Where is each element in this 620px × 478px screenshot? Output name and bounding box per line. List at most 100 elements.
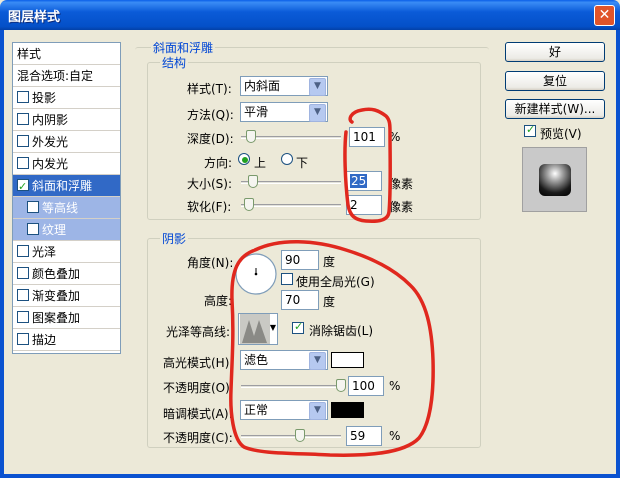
sidebar-item-label: 光泽	[32, 245, 57, 259]
direction-label: 方向:	[204, 156, 233, 170]
new-style-button[interactable]: 新建样式(W)...	[505, 99, 605, 119]
style-list: 样式 混合选项:自定投影内阴影外发光内发光斜面和浮雕等高线纹理光泽颜色叠加渐变叠…	[12, 42, 121, 354]
sidebar-item-checkbox[interactable]	[17, 135, 29, 147]
style-label: 样式(T):	[187, 82, 232, 96]
shadow-opacity-field[interactable]: 59	[346, 426, 382, 446]
depth-unit: %	[389, 130, 401, 144]
shadow-opacity-unit: %	[389, 429, 401, 443]
sidebar-item[interactable]: 投影	[13, 87, 120, 109]
sidebar-item-checkbox[interactable]	[17, 267, 29, 279]
global-light-label: 使用全局光(G)	[296, 275, 375, 289]
sidebar-item-checkbox[interactable]	[17, 91, 29, 103]
angle-label: 角度(N):	[187, 256, 234, 270]
highlight-opacity-field[interactable]: 100	[348, 376, 384, 396]
sidebar-item-label: 渐变叠加	[32, 289, 81, 303]
gloss-contour-picker[interactable]: ▼	[238, 313, 278, 345]
antialias-label: 消除锯齿(L)	[309, 324, 374, 338]
direction-up-radio[interactable]	[238, 153, 250, 165]
soften-field[interactable]: 2	[346, 195, 382, 215]
technique-select[interactable]: 平滑 ▼	[240, 102, 328, 122]
sidebar-item-label: 等高线	[42, 201, 79, 215]
sidebar-item-checkbox[interactable]	[27, 223, 39, 235]
soften-slider-track[interactable]	[241, 204, 341, 207]
sidebar-item-label: 混合选项:自定	[17, 69, 94, 83]
shadow-mode-value: 正常	[244, 403, 269, 417]
sidebar-item-label: 颜色叠加	[32, 267, 81, 281]
global-light-checkbox[interactable]	[281, 273, 293, 285]
chevron-down-icon: ▼	[269, 323, 276, 332]
chevron-down-icon: ▼	[309, 402, 326, 420]
sidebar-item[interactable]: 渐变叠加	[13, 285, 120, 307]
preview-label: 预览(V)	[540, 127, 582, 141]
highlight-mode-label: 高光模式(H):	[163, 356, 234, 370]
altitude-label: 高度:	[204, 294, 233, 308]
window-title: 图层样式	[8, 10, 61, 25]
gloss-contour-label: 光泽等高线:	[166, 325, 231, 339]
sidebar-item[interactable]: 等高线	[13, 197, 120, 219]
sidebar-item-label: 外发光	[32, 135, 69, 149]
ok-button[interactable]: 好	[505, 42, 605, 62]
shadow-opacity-thumb[interactable]	[295, 429, 305, 442]
altitude-field[interactable]: 70	[281, 290, 319, 310]
soften-label: 软化(F):	[187, 200, 232, 214]
chevron-down-icon: ▼	[309, 78, 326, 96]
sidebar-item-checkbox[interactable]	[17, 311, 29, 323]
technique-label: 方法(Q):	[187, 108, 234, 122]
sidebar-item-checkbox[interactable]	[17, 245, 29, 257]
sidebar-item-checkbox[interactable]	[17, 333, 29, 345]
sidebar-item-checkbox[interactable]	[17, 289, 29, 301]
highlight-mode-select[interactable]: 滤色 ▼	[240, 350, 328, 370]
sidebar-item[interactable]: 光泽	[13, 241, 120, 263]
depth-slider-track[interactable]	[241, 136, 341, 139]
sidebar-item[interactable]: 图案叠加	[13, 307, 120, 329]
angle-field[interactable]: 90	[281, 250, 319, 270]
chevron-down-icon: ▼	[309, 104, 326, 122]
size-slider-thumb[interactable]	[248, 175, 258, 188]
technique-select-value: 平滑	[244, 105, 269, 119]
sidebar-item-label: 斜面和浮雕	[32, 179, 93, 193]
chevron-down-icon: ▼	[309, 352, 326, 370]
antialias-checkbox[interactable]: ✓	[292, 320, 304, 334]
altitude-unit: 度	[323, 295, 336, 309]
reset-button[interactable]: 复位	[505, 71, 605, 91]
sidebar-item[interactable]: 描边	[13, 329, 120, 351]
highlight-opacity-thumb[interactable]	[336, 379, 346, 392]
sidebar-item[interactable]: 外发光	[13, 131, 120, 153]
sidebar-item-checkbox[interactable]	[17, 113, 29, 125]
check-icon: ✓	[526, 123, 536, 136]
sidebar-item[interactable]: 颜色叠加	[13, 263, 120, 285]
window-frame-right	[616, 30, 620, 478]
sidebar-item[interactable]: 纹理	[13, 219, 120, 241]
style-preview-thumbnail	[522, 147, 587, 212]
shadow-color-swatch[interactable]	[331, 402, 364, 418]
depth-slider-thumb[interactable]	[246, 130, 256, 143]
direction-down-radio[interactable]	[281, 153, 293, 165]
angle-dial[interactable]	[234, 252, 278, 296]
shading-title: 阴影	[160, 230, 189, 247]
sidebar-item-label: 内发光	[32, 157, 69, 171]
sidebar-item-checkbox[interactable]	[17, 157, 29, 169]
size-label: 大小(S):	[187, 177, 233, 191]
sidebar-item[interactable]: 内发光	[13, 153, 120, 175]
shadow-opacity-track[interactable]	[241, 435, 341, 438]
sidebar-item[interactable]: 斜面和浮雕	[13, 175, 120, 198]
sidebar-item-checkbox[interactable]	[27, 201, 39, 213]
size-field[interactable]: 25	[346, 171, 382, 191]
sidebar-item-label: 投影	[32, 91, 57, 105]
check-icon: ✓	[294, 320, 304, 333]
style-select[interactable]: 内斜面 ▼	[240, 76, 328, 96]
shadow-mode-select[interactable]: 正常 ▼	[240, 400, 328, 420]
structure-title: 结构	[160, 54, 189, 71]
shadow-opacity-label: 不透明度(C):	[163, 431, 233, 445]
preview-checkbox[interactable]: ✓	[524, 123, 536, 137]
highlight-opacity-track[interactable]	[241, 385, 341, 388]
sidebar-item-checkbox[interactable]	[17, 176, 29, 198]
sidebar-item[interactable]: 内阴影	[13, 109, 120, 131]
sidebar-item[interactable]: 混合选项:自定	[13, 65, 120, 87]
depth-field[interactable]: 101	[349, 127, 385, 147]
contour-preview-icon	[240, 314, 270, 344]
highlight-color-swatch[interactable]	[331, 352, 364, 368]
highlight-mode-value: 滤色	[244, 353, 269, 367]
soften-slider-thumb[interactable]	[244, 198, 254, 211]
close-button[interactable]: ✕	[594, 5, 615, 26]
